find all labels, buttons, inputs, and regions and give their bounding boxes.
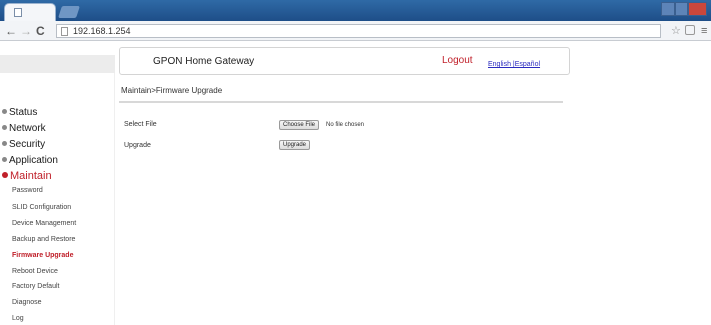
sidebar-item-network[interactable]: Network	[2, 123, 46, 134]
sidebar-item-application[interactable]: Application	[2, 155, 58, 166]
close-button[interactable]	[688, 2, 707, 16]
sidebar-item-status[interactable]: Status	[2, 107, 37, 118]
bullet-icon	[2, 109, 7, 114]
sidebar-item-label: Application	[9, 155, 58, 166]
brand-title: GPON Home Gateway	[153, 56, 255, 67]
star-icon[interactable]: ☆	[671, 24, 681, 38]
upgrade-button[interactable]: Upgrade	[279, 140, 311, 150]
bullet-icon	[2, 172, 8, 178]
page-icon	[14, 8, 22, 17]
sidebar-subitem-password[interactable]: Password	[12, 187, 43, 194]
sidebar-subitem-backup-and-restore[interactable]: Backup and Restore	[12, 236, 75, 243]
sidebar-item-label: Network	[9, 123, 46, 134]
browser-titlebar	[0, 0, 711, 21]
logout-link[interactable]: Logout	[442, 55, 473, 66]
sidebar-item-label: Maintain	[10, 170, 52, 182]
sidebar-subitem-reboot-device[interactable]: Reboot Device	[12, 268, 58, 275]
choose-file-button[interactable]: Choose File	[279, 120, 320, 130]
window-controls	[661, 2, 707, 16]
bullet-icon	[2, 141, 7, 146]
sidebar-subitem-log[interactable]: Log	[12, 315, 24, 322]
sidebar-subitem-device-management[interactable]: Device Management	[12, 220, 76, 227]
browser-tab[interactable]	[4, 3, 56, 21]
address-bar[interactable]: 192.168.1.254	[56, 24, 661, 38]
breadcrumb: Maintain>Firmware Upgrade	[121, 86, 223, 95]
browser-toolbar: ← → C 192.168.1.254 ☆ ≡	[0, 21, 711, 41]
page-header: GPON Home Gateway Logout English |Españo…	[119, 47, 570, 75]
extension-icon[interactable]	[685, 25, 695, 35]
minimize-button[interactable]	[661, 2, 675, 16]
bullet-icon	[2, 157, 7, 162]
sidebar-subitem-diagnose[interactable]: Diagnose	[12, 299, 42, 306]
language-switch[interactable]: English |Español	[488, 61, 540, 68]
sidebar-subitem-factory-default[interactable]: Factory Default	[12, 283, 59, 290]
forward-icon[interactable]: →	[20, 24, 32, 38]
sidebar-item-label: Security	[9, 139, 46, 150]
no-file-text: No file chosen	[326, 122, 365, 128]
menu-icon[interactable]: ≡	[701, 24, 707, 38]
select-file-label: Select File	[124, 121, 157, 128]
sidebar-item-label: Status	[9, 107, 38, 118]
bullet-icon	[2, 125, 7, 130]
divider	[119, 101, 563, 103]
page-icon	[61, 27, 68, 36]
upgrade-label: Upgrade	[124, 142, 151, 149]
sidebar-item-security[interactable]: Security	[2, 139, 45, 150]
sidebar-subitem-firmware-upgrade[interactable]: Firmware Upgrade	[12, 252, 73, 259]
sidebar-item-maintain[interactable]: Maintain	[2, 170, 52, 182]
back-icon[interactable]: ←	[5, 24, 17, 38]
new-tab-button[interactable]	[58, 6, 80, 18]
reload-icon[interactable]: C	[36, 24, 45, 38]
sidebar-header	[0, 55, 115, 73]
sidebar-subitem-slid-configuration[interactable]: SLID Configuration	[12, 204, 71, 211]
maximize-button[interactable]	[675, 2, 688, 16]
url-text: 192.168.1.254	[73, 26, 131, 36]
